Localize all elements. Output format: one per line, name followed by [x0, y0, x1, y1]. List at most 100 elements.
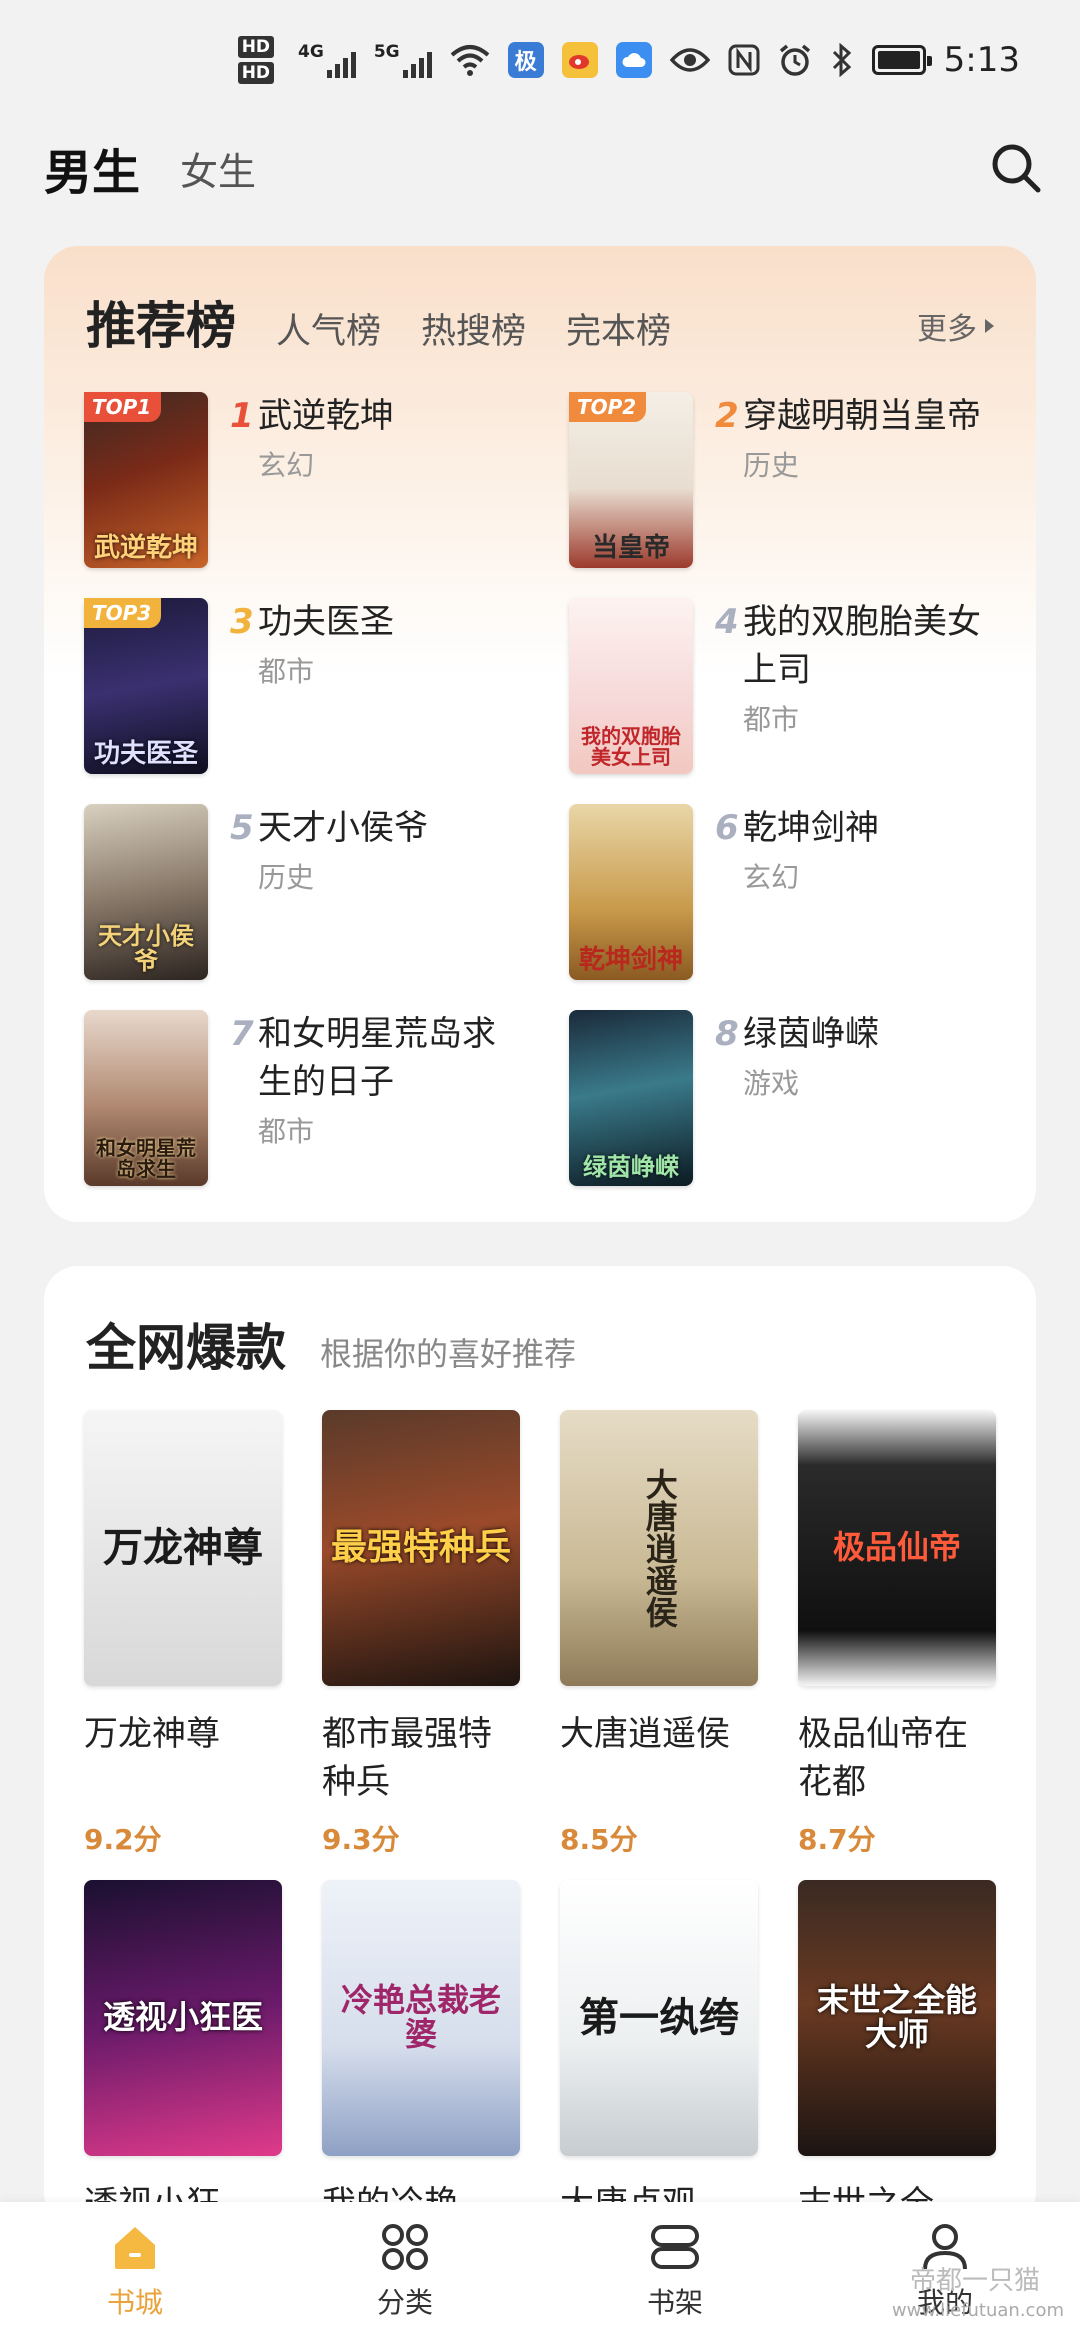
hd-indicator: HD HD [237, 34, 275, 86]
rank-number: 6 [715, 808, 739, 848]
book-name: 极品仙帝在花都 [798, 1714, 968, 1802]
rank-item[interactable]: 当皇帝 TOP2 2 穿越明朝当皇帝 历史 [569, 392, 1029, 568]
nav-category[interactable]: 分类 [270, 2202, 540, 2338]
nfc-icon [728, 44, 760, 76]
book-cover: 万龙神尊 [84, 1410, 282, 1686]
rank-number: 4 [715, 602, 739, 642]
hot-title: 全网爆款 [86, 1319, 286, 1377]
rank-item[interactable]: 天才小侯爷 5 天才小侯爷 历史 [84, 804, 544, 980]
rank-item[interactable]: 和女明星荒岛求生 7 和女明星荒岛求生的日子 都市 [84, 1010, 544, 1186]
cover-title: 我的双胞胎美女上司 [581, 724, 681, 769]
wifi-icon [450, 45, 489, 76]
rank-item[interactable]: 功夫医圣 TOP3 3 功夫医圣 都市 [84, 598, 544, 774]
signal-5g-icon: 5G [374, 42, 432, 78]
book-cover: 我的双胞胎美女上司 [569, 598, 693, 774]
book-genre: 玄幻 [258, 449, 315, 482]
rank-number: 5 [230, 808, 254, 848]
cover-title: 当皇帝 [591, 532, 670, 563]
tab-male[interactable]: 男生 [44, 133, 140, 203]
nav-label: 书城 [106, 2286, 163, 2319]
hd1-label: HD [237, 36, 275, 58]
book-cover: 末世之全能大师 [798, 1880, 996, 2156]
cover-title: 最强特种兵 [330, 1527, 511, 1569]
search-icon[interactable] [988, 140, 1044, 196]
tab-female[interactable]: 女生 [180, 141, 256, 196]
rank-number: 7 [230, 1014, 254, 1054]
book-cover: 最强特种兵 [322, 1410, 520, 1686]
rank-item[interactable]: 绿茵峥嵘 8 绿茵峥嵘 游戏 [569, 1010, 1029, 1186]
book-cover: 冷艳总裁老婆 [322, 1880, 520, 2156]
rank-number: 3 [230, 602, 254, 642]
top-badge: TOP2 [569, 392, 647, 422]
battery-icon [871, 45, 932, 75]
tab-completed[interactable]: 完本榜 [566, 303, 671, 354]
book-card[interactable]: 第一纨绔 大唐贞观 [560, 1880, 758, 2226]
home-icon [115, 2227, 155, 2269]
book-name: 大唐逍遥侯 [560, 1714, 730, 1754]
hd2-label: HD [237, 62, 275, 84]
book-genre: 都市 [258, 655, 315, 688]
chevron-right-icon [985, 319, 994, 333]
nav-bookstore[interactable]: 书城 [0, 2202, 270, 2338]
book-card[interactable]: 最强特种兵 都市最强特种兵 9.3分 [322, 1410, 520, 1858]
book-genre: 都市 [743, 703, 800, 736]
weibo-icon [561, 42, 598, 78]
eye-icon [669, 48, 710, 72]
book-cover: 天才小侯爷 [84, 804, 208, 980]
alarm-icon [779, 44, 810, 76]
signal-5g-label: 5G [373, 42, 400, 62]
rank-item[interactable]: 乾坤剑神 6 乾坤剑神 玄幻 [569, 804, 1029, 980]
cover-title: 极品仙帝 [832, 1528, 961, 1567]
signal-4g-label: 4G [298, 42, 324, 62]
book-name: 绿茵峥嵘 [743, 1014, 879, 1054]
rank-item[interactable]: 武逆乾坤 TOP1 1 武逆乾坤 玄幻 [84, 392, 544, 568]
nav-bookshelf[interactable]: 书架 [540, 2202, 810, 2338]
book-name: 都市最强特种兵 [322, 1714, 492, 1802]
gender-tabs: 男生 女生 [44, 128, 1044, 208]
cloud-icon [615, 42, 652, 78]
hot-header: 全网爆款 根据你的喜好推荐 [86, 1308, 576, 1380]
rank-item[interactable]: 我的双胞胎美女上司 4 我的双胞胎美女上司 都市 [569, 598, 1029, 774]
nav-label: 书架 [646, 2286, 703, 2319]
book-card[interactable]: 大唐逍遥侯 大唐逍遥侯 8.5分 [560, 1410, 758, 1858]
book-genre: 都市 [258, 1115, 315, 1148]
book-card[interactable]: 透视小狂医 透视小狂 [84, 1880, 282, 2226]
app-notify-icon: 极 [507, 42, 544, 78]
book-card[interactable]: 冷艳总裁老婆 我的冷艳 [322, 1880, 520, 2226]
cover-title: 末世之全能大师 [816, 1981, 977, 2053]
more-button[interactable]: 更多 [917, 304, 994, 348]
book-cover: 第一纨绔 [560, 1880, 758, 2156]
book-card[interactable]: 末世之全能大师 末世之全 [798, 1880, 996, 2226]
watermark-url: www.liefutuan.com [891, 2300, 1064, 2321]
tab-popular[interactable]: 人气榜 [276, 303, 381, 354]
cover-title: 透视小狂医 [102, 1998, 263, 2037]
top-badge: TOP3 [84, 598, 162, 628]
book-card[interactable]: 极品仙帝 极品仙帝在花都 8.7分 [798, 1410, 996, 1858]
cover-title: 武逆乾坤 [93, 532, 198, 563]
cover-title: 乾坤剑神 [578, 944, 683, 975]
category-icon [382, 2224, 428, 2270]
cover-title: 和女明星荒岛求生 [96, 1136, 196, 1181]
signal-4g-icon: 4G [298, 42, 356, 78]
book-card[interactable]: 万龙神尊 万龙神尊 9.2分 [84, 1410, 282, 1858]
book-score: 8.5分 [560, 1823, 638, 1856]
more-label: 更多 [917, 312, 977, 347]
book-score: 8.7分 [798, 1823, 876, 1856]
book-cover: 绿茵峥嵘 [569, 1010, 693, 1186]
clock: 5:13 [943, 40, 1020, 80]
book-name: 武逆乾坤 [258, 396, 394, 436]
top-badge: TOP1 [84, 392, 162, 422]
book-name: 和女明星荒岛求生的日子 [258, 1014, 496, 1102]
status-bar: HD HD 4G 5G 极 5:13 [0, 0, 1080, 120]
ranking-card: 推荐榜 人气榜 热搜榜 完本榜 更多 武逆乾坤 TOP1 1 武逆乾坤 玄幻 当… [44, 246, 1036, 1222]
book-genre: 历史 [743, 449, 800, 482]
cover-title: 第一纨绔 [579, 1995, 739, 2041]
book-name: 我的双胞胎美女上司 [743, 602, 981, 690]
app-notify-label: 极 [514, 50, 537, 75]
ranking-title[interactable]: 推荐榜 [86, 286, 236, 358]
book-score: 9.2分 [84, 1823, 162, 1856]
hot-books-card: 全网爆款 根据你的喜好推荐 万龙神尊 万龙神尊 9.2分 最强特种兵 都市最强特… [44, 1266, 1036, 2226]
tab-hot-search[interactable]: 热搜榜 [421, 303, 526, 354]
cover-title: 万龙神尊 [103, 1525, 263, 1571]
book-cover: 极品仙帝 [798, 1410, 996, 1686]
